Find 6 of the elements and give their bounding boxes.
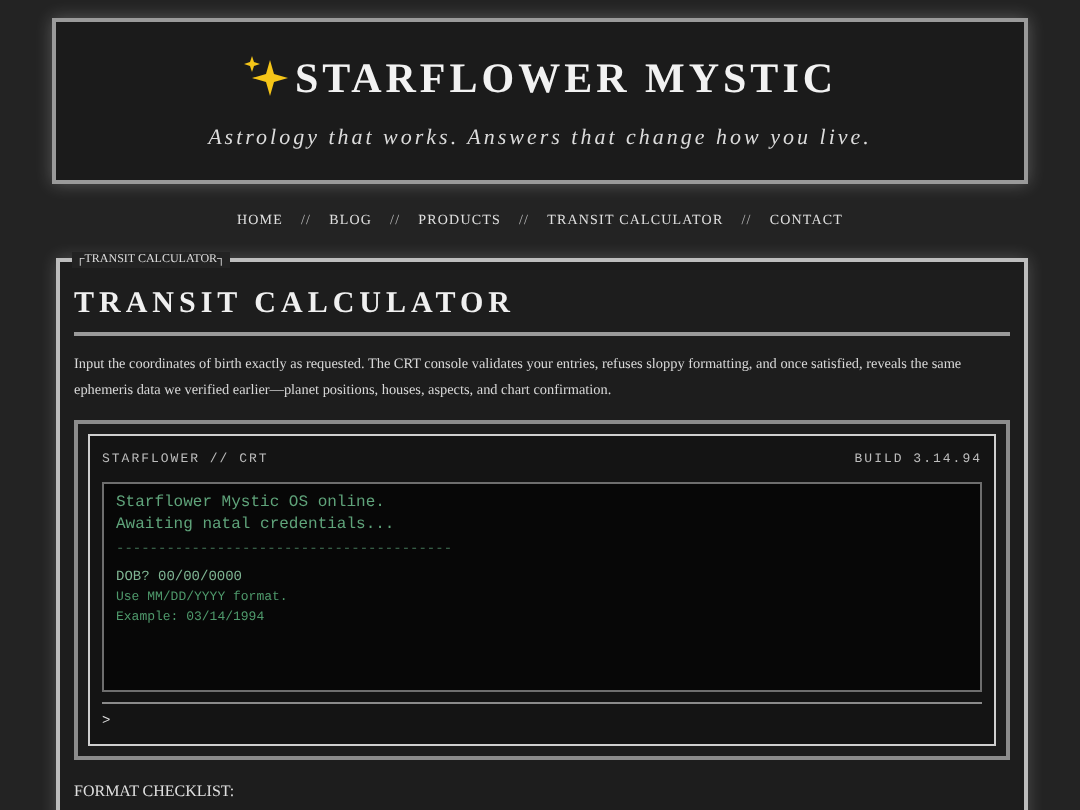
- site-title: STARFLOWER MYSTIC: [294, 51, 838, 105]
- console-line: Starflower Mystic OS online.: [116, 491, 385, 514]
- section-title: TRANSIT CALCULATOR: [74, 286, 517, 322]
- checklist-title: FORMAT CHECKLIST:: [74, 780, 235, 804]
- console-line: Awaiting natal credentials...: [116, 513, 395, 536]
- site-tagline: Astrology that works. Answers that change how you live.: [208, 124, 872, 154]
